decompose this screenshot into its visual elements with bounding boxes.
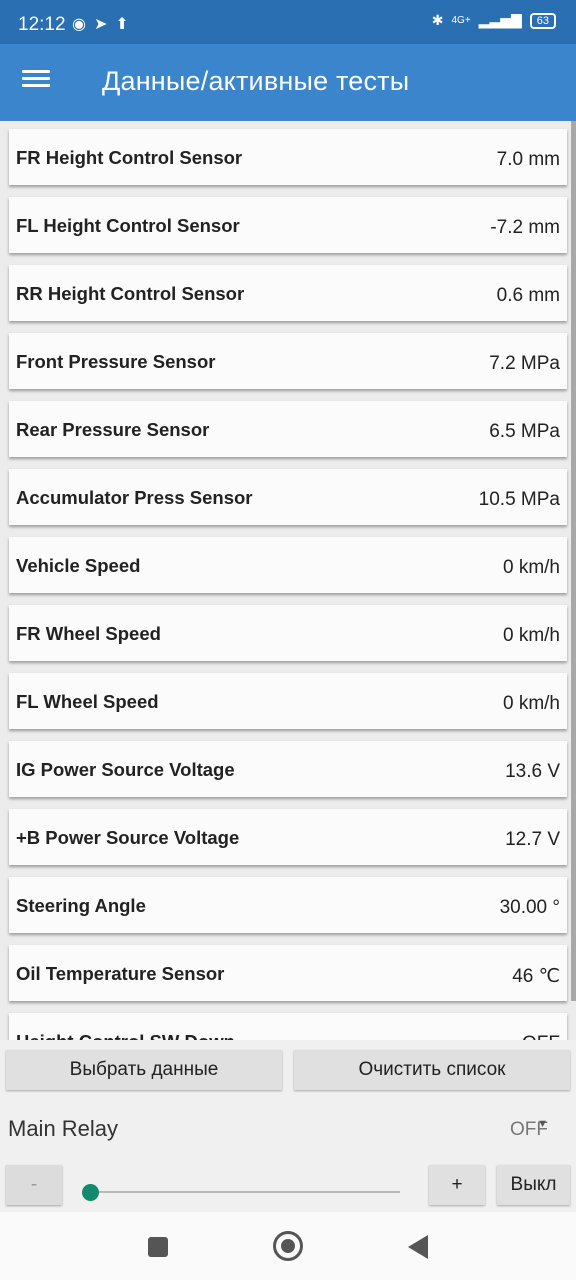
- increase-button[interactable]: +: [429, 1165, 485, 1205]
- parameter-name: Height Control SW Down: [16, 1031, 235, 1040]
- status-time: 12:12: [18, 14, 66, 35]
- parameter-value: 0 km/h: [502, 625, 560, 646]
- notification-icons: ◉ ➤ ⬆: [72, 14, 129, 34]
- parameter-name: FR Wheel Speed: [16, 623, 161, 644]
- list-item[interactable]: Oil Temperature Sensor 46 ℃: [9, 945, 567, 1001]
- parameter-name: Steering Angle: [16, 895, 146, 916]
- data-list[interactable]: FR Height Control Sensor 7.0 mm FL Height …: [0, 121, 576, 1040]
- parameter-value: 0 km/h: [502, 693, 560, 714]
- system-icons: ✱ 4G+ ▂▃▅▇ 63: [432, 12, 556, 29]
- parameter-value: 10.5 MPa: [478, 489, 560, 510]
- parameter-value: 0.6 mm: [496, 285, 560, 306]
- parameter-value: 7.0 mm: [496, 149, 560, 170]
- dropdown-arrow-icon[interactable]: ▼: [537, 1118, 548, 1130]
- parameter-name: Oil Temperature Sensor: [16, 963, 225, 984]
- parameter-name: Accumulator Press Sensor: [16, 487, 253, 508]
- active-test-panel: Выбрать данные Очистить список Main Rela…: [0, 1040, 576, 1212]
- parameter-name: Front Pressure Sensor: [16, 351, 216, 372]
- list-item[interactable]: Vehicle Speed 0 km/h: [9, 537, 567, 593]
- parameter-value: 12.7 V: [505, 829, 560, 850]
- list-item[interactable]: FL Height Control Sensor -7.2 mm: [9, 197, 567, 253]
- bluetooth-icon: ✱: [431, 12, 444, 28]
- parameter-value: 0 km/h: [502, 557, 560, 578]
- parameter-value: 30.00 °: [499, 897, 560, 918]
- parameter-value: -7.2 mm: [490, 217, 560, 238]
- back-icon[interactable]: [408, 1235, 428, 1259]
- telegram-icon: ➤: [93, 16, 108, 33]
- status-bar: 12:12 ◉ ➤ ⬆ ✱ 4G+ ▂▃▅▇ 63: [0, 0, 576, 44]
- recents-icon[interactable]: [148, 1237, 168, 1257]
- parameter-value: 6.5 MPa: [489, 421, 560, 442]
- battery-icon: 63: [529, 12, 556, 29]
- parameter-name: RR Height Control Sensor: [16, 283, 245, 304]
- list-item[interactable]: Height Control SW Down OFF: [9, 1013, 567, 1040]
- off-button[interactable]: Выкл: [497, 1165, 570, 1205]
- list-item[interactable]: FR Height Control Sensor 7.0 mm: [9, 129, 567, 185]
- list-item[interactable]: Steering Angle 30.00 °: [9, 877, 567, 933]
- select-data-button[interactable]: Выбрать данные: [6, 1050, 282, 1090]
- battery-level: 63: [536, 14, 549, 27]
- decrease-button[interactable]: -: [6, 1165, 62, 1205]
- list-item[interactable]: Accumulator Press Sensor 10.5 MPa: [9, 469, 567, 525]
- parameter-value: 46 ℃: [512, 966, 560, 987]
- chrome-icon: ◉: [72, 16, 86, 33]
- list-item[interactable]: Rear Pressure Sensor 6.5 MPa: [9, 401, 567, 457]
- parameter-name: Vehicle Speed: [16, 555, 141, 576]
- parameter-value: 7.2 MPa: [489, 353, 560, 374]
- app-bar: Данные/активные тесты: [0, 44, 576, 121]
- scrollbar[interactable]: [571, 121, 576, 1001]
- list-item[interactable]: RR Height Control Sensor 0.6 mm: [9, 265, 567, 321]
- parameter-name: FL Wheel Speed: [16, 691, 159, 712]
- parameter-name: +B Power Source Voltage: [16, 827, 240, 848]
- network-type: 4G+: [451, 15, 471, 26]
- home-icon[interactable]: [273, 1231, 303, 1261]
- clear-list-button[interactable]: Очистить список: [294, 1050, 570, 1090]
- list-item[interactable]: FL Wheel Speed 0 km/h: [9, 673, 567, 729]
- active-test-label: Main Relay: [8, 1116, 119, 1141]
- parameter-name: FR Height Control Sensor: [16, 147, 243, 168]
- slider-thumb[interactable]: [82, 1184, 99, 1201]
- list-item[interactable]: IG Power Source Voltage 13.6 V: [9, 741, 567, 797]
- upload-icon: ⬆: [115, 16, 129, 33]
- parameter-name: IG Power Source Voltage: [16, 759, 235, 780]
- list-item[interactable]: FR Wheel Speed 0 km/h: [9, 605, 567, 661]
- parameter-value: OFF: [522, 1033, 560, 1040]
- signal-icon: ▂▃▅▇: [478, 12, 522, 28]
- parameter-value: 13.6 V: [505, 761, 560, 782]
- slider-track[interactable]: [90, 1191, 400, 1193]
- hamburger-menu-icon[interactable]: [22, 66, 54, 98]
- parameter-name: Rear Pressure Sensor: [16, 419, 210, 440]
- parameter-name: FL Height Control Sensor: [16, 215, 240, 236]
- navigation-bar: [0, 1212, 576, 1280]
- list-item[interactable]: Front Pressure Sensor 7.2 MPa: [9, 333, 567, 389]
- list-item[interactable]: +B Power Source Voltage 12.7 V: [9, 809, 567, 865]
- page-title: Данные/активные тесты: [102, 66, 410, 96]
